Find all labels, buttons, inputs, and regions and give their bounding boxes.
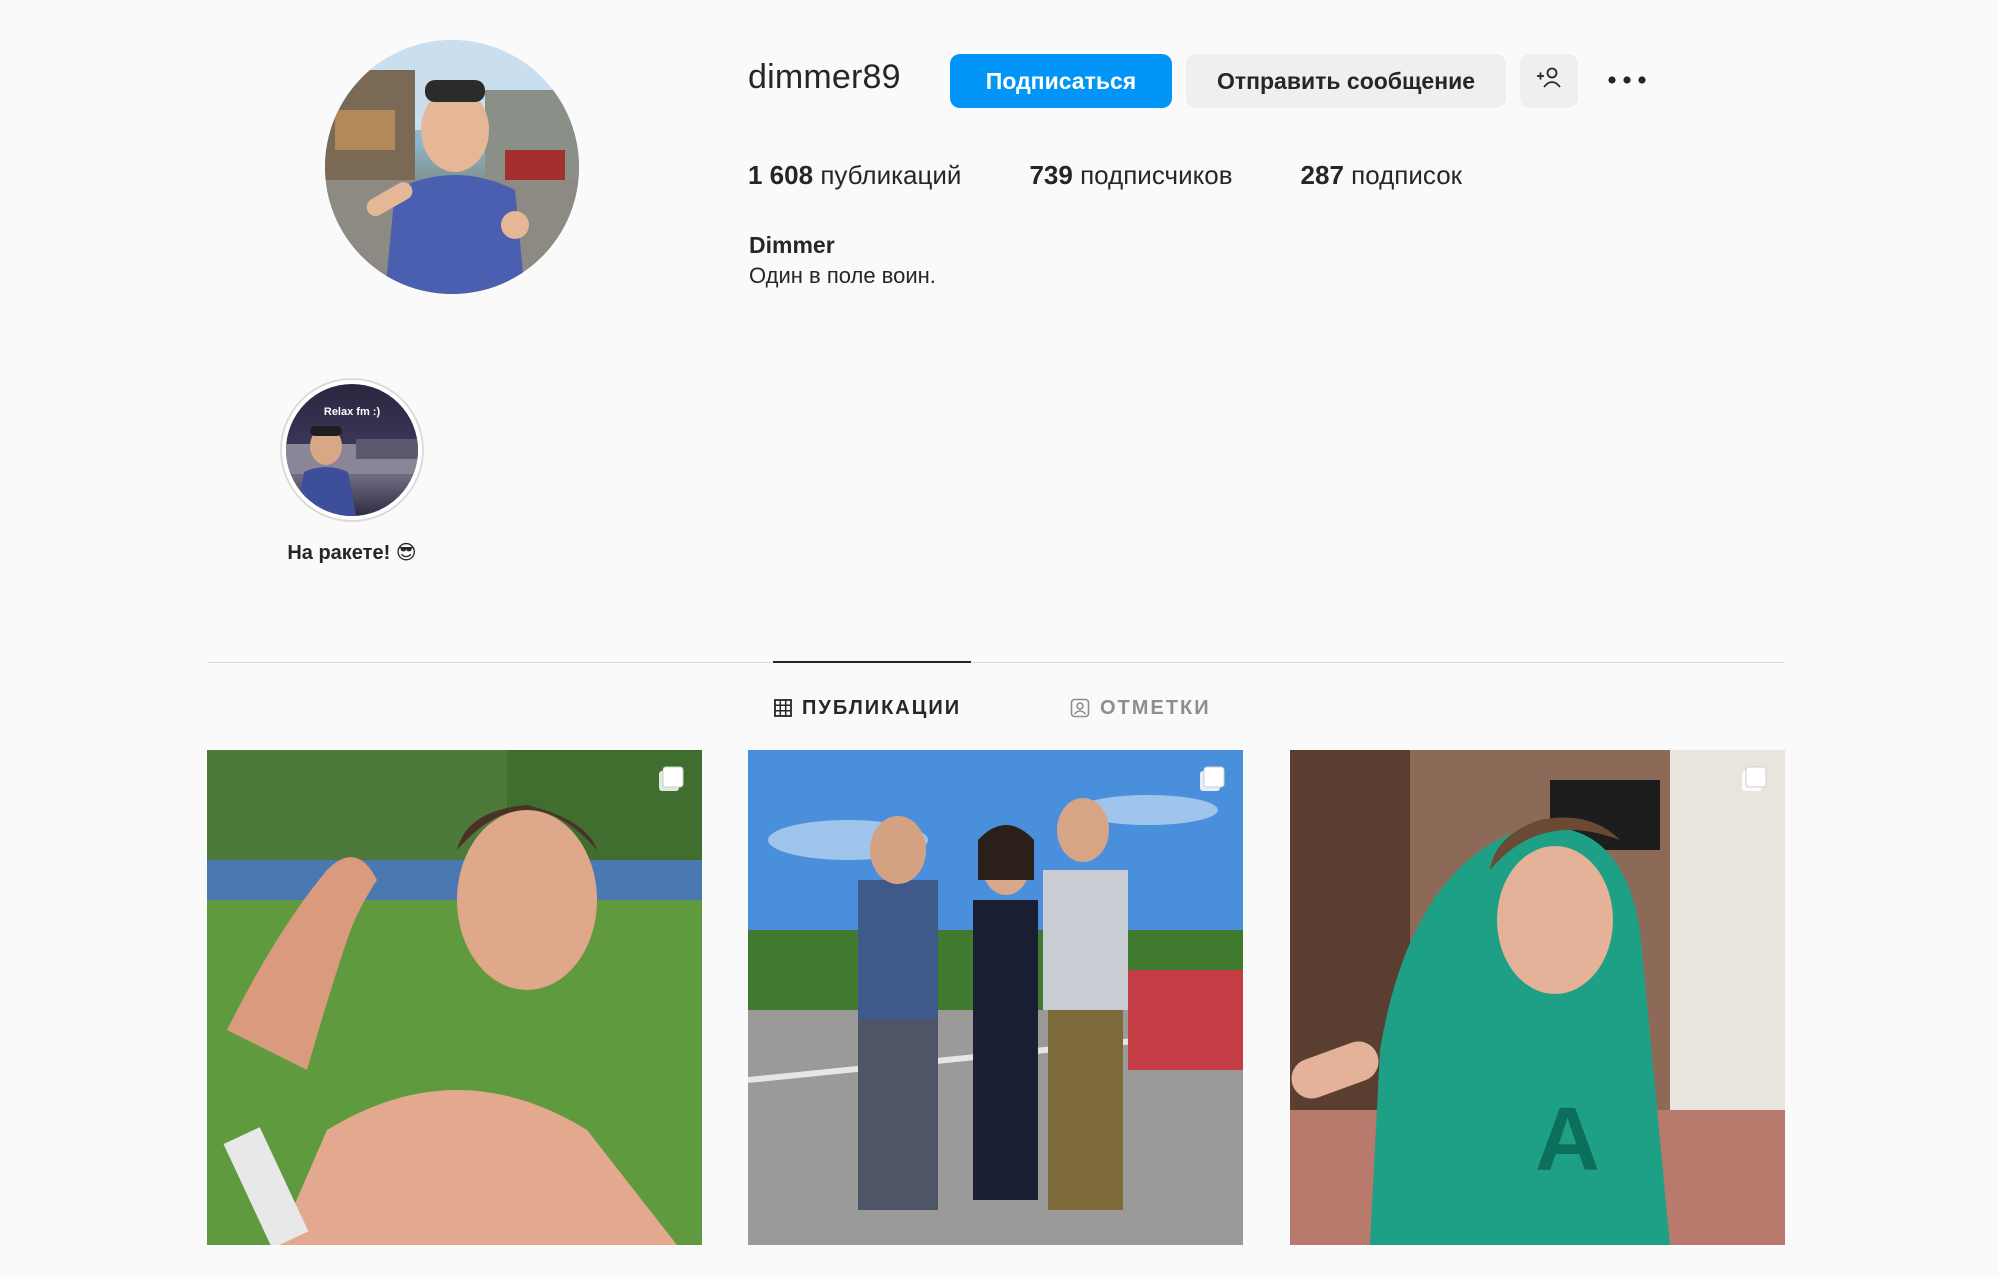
post-3-photo: A bbox=[1290, 750, 1785, 1245]
carousel-icon bbox=[1739, 764, 1769, 794]
story-highlight[interactable]: Relax fm :) bbox=[280, 378, 424, 522]
profile-stats: 1 608 публикаций 739 подписчиков 287 под… bbox=[748, 160, 1530, 191]
tagged-icon bbox=[1070, 698, 1090, 718]
profile-full-name: Dimmer bbox=[749, 232, 835, 258]
stat-posts-label: публикаций bbox=[820, 160, 962, 190]
profile-page: dimmer89 Подписаться Отправить сообщение… bbox=[0, 0, 1999, 1277]
stat-followers-label: подписчиков bbox=[1080, 160, 1233, 190]
send-message-button[interactable]: Отправить сообщение bbox=[1186, 54, 1506, 108]
profile-avatar[interactable] bbox=[325, 40, 579, 294]
avatar-photo bbox=[325, 40, 579, 294]
story-highlight-label[interactable]: На ракете! 😎 bbox=[250, 540, 454, 565]
stat-posts: 1 608 публикаций bbox=[748, 160, 961, 191]
post-2-photo bbox=[748, 750, 1243, 1245]
post-thumbnail[interactable]: A bbox=[1290, 750, 1785, 1245]
tab-tagged[interactable]: ОТМЕТКИ bbox=[1070, 694, 1211, 722]
post-1-photo bbox=[207, 750, 702, 1245]
post-thumbnail[interactable] bbox=[748, 750, 1243, 1245]
post-thumbnail[interactable] bbox=[207, 750, 702, 1245]
stat-following-count: 287 bbox=[1300, 160, 1344, 190]
highlight-cover-text: Relax fm :) bbox=[323, 406, 381, 418]
carousel-icon bbox=[1197, 764, 1227, 794]
stat-followers-count: 739 bbox=[1029, 160, 1073, 190]
stat-following[interactable]: 287 подписок bbox=[1301, 160, 1463, 191]
grid-icon bbox=[774, 699, 792, 717]
profile-username: dimmer89 bbox=[748, 58, 901, 96]
tabs-divider bbox=[207, 662, 1785, 663]
follow-button[interactable]: Подписаться bbox=[950, 54, 1172, 108]
svg-text:A: A bbox=[1535, 1090, 1600, 1190]
suggested-accounts-button[interactable] bbox=[1520, 54, 1578, 108]
tab-posts-label: ПУБЛИКАЦИИ bbox=[802, 696, 962, 719]
more-horizontal-icon bbox=[1607, 72, 1647, 90]
carousel-icon bbox=[656, 764, 686, 794]
stat-posts-count: 1 608 bbox=[748, 160, 814, 190]
active-tab-indicator bbox=[773, 661, 971, 663]
profile-bio: Один в поле воин. bbox=[749, 263, 936, 288]
tab-tagged-label: ОТМЕТКИ bbox=[1100, 696, 1211, 719]
person-plus-icon bbox=[1535, 66, 1563, 96]
tab-posts[interactable]: ПУБЛИКАЦИИ bbox=[774, 694, 961, 722]
stat-following-label: подписок bbox=[1351, 160, 1463, 190]
more-options-button[interactable] bbox=[1600, 54, 1654, 108]
highlight-cover: Relax fm :) bbox=[286, 384, 418, 516]
stat-followers[interactable]: 739 подписчиков bbox=[1029, 160, 1232, 191]
